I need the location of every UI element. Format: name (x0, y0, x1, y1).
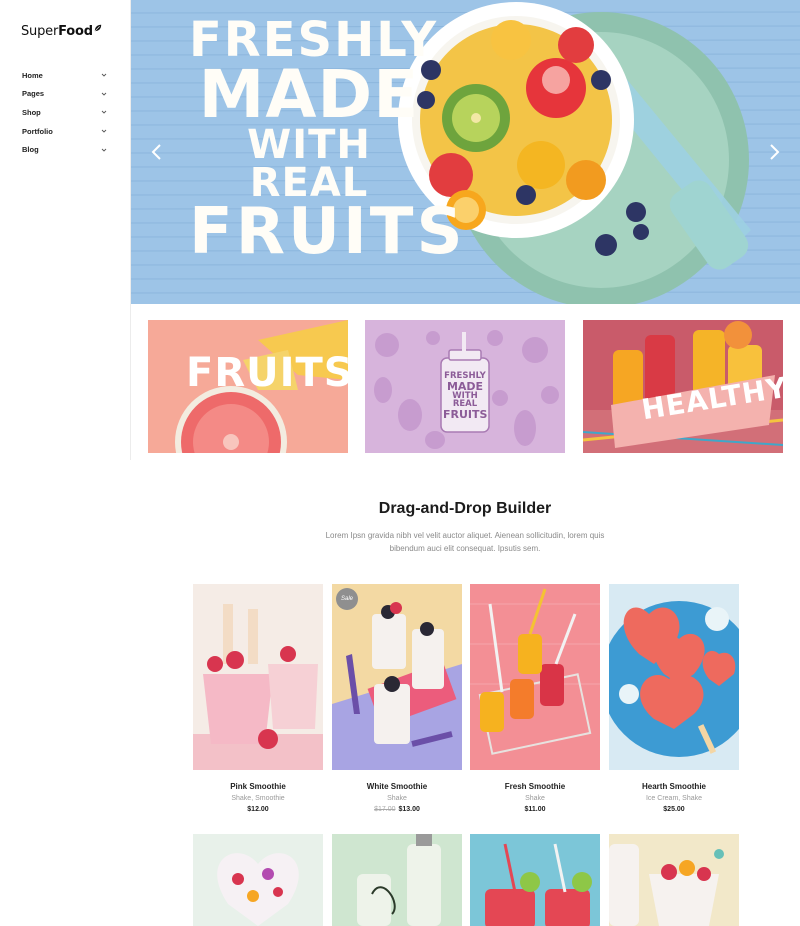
hero-slider: FRESHLY MADE WITH REAL FRUITS (131, 0, 800, 304)
nav-item-label: Portfolio (22, 126, 53, 136)
product-card[interactable]: Pink Smoothie Shake, Smoothie $12.00 (193, 584, 323, 813)
nav-item-label: Home (22, 70, 43, 80)
section-title: Drag-and-Drop Builder (378, 500, 552, 517)
product-image[interactable]: Sale (332, 584, 462, 770)
red-smoothie-image (470, 834, 600, 926)
product-price: $11.00 (470, 806, 600, 813)
jar-line-4: FRUITS (443, 407, 488, 421)
product-old-price: $17.00 (374, 806, 396, 813)
product-categories: Shake (525, 795, 545, 802)
hero-line-2: MADE (198, 55, 420, 133)
hearth-smoothie-image (609, 584, 739, 770)
product-name[interactable]: Hearth Smoothie (609, 782, 739, 791)
fresh-smoothie-image (470, 584, 600, 770)
logo-text-bold: Food (58, 24, 93, 39)
product-categories: Shake, Smoothie (231, 795, 285, 802)
product-name[interactable]: Pink Smoothie (193, 782, 323, 791)
product-image[interactable] (332, 834, 462, 926)
product-image[interactable] (470, 834, 600, 926)
product-image[interactable] (470, 584, 600, 770)
product-price-value: $12.00 (247, 806, 269, 813)
hero-line-3: WITH REAL (247, 122, 371, 207)
banner-healthy[interactable]: HEALTHY (583, 320, 783, 453)
nav-item-shop[interactable]: Shop (22, 103, 108, 122)
section-description: Lorem Ipsn gravida nibh vel velit auctor… (325, 531, 605, 553)
slider-next-arrow-icon[interactable] (764, 141, 784, 163)
chevron-down-icon (101, 129, 107, 133)
product-price: $25.00 (609, 806, 739, 813)
banner-fruits-label: FRUITS (186, 350, 348, 396)
jar-line-3: WITH REAL (452, 390, 478, 409)
fruit-cup-image (609, 834, 739, 926)
chevron-down-icon (101, 148, 107, 152)
nav-item-home[interactable]: Home (22, 66, 108, 85)
main-nav: Home Pages Shop Portfolio Blog (22, 66, 108, 159)
banner-fruits[interactable]: FRUITS (148, 320, 348, 453)
product-name[interactable]: White Smoothie (332, 782, 462, 791)
sidebar: SuperFood Home Pages Shop Portfolio Blog (0, 0, 131, 460)
product-image[interactable] (609, 584, 739, 770)
chevron-down-icon (101, 111, 107, 115)
slider-prev-arrow-icon[interactable] (147, 141, 167, 163)
product-image[interactable] (193, 834, 323, 926)
pink-smoothie-image (193, 584, 323, 770)
product-price: $17.00 $13.00 (332, 806, 462, 813)
product-categories: Ice Cream, Shake (645, 795, 703, 802)
logo-text-light: Super (21, 24, 59, 39)
heart-popsicle-image (193, 834, 323, 926)
product-name[interactable]: Fresh Smoothie (470, 782, 600, 791)
jar-line-2: MADE (446, 379, 484, 393)
nav-item-portfolio[interactable]: Portfolio (22, 122, 108, 141)
hero-line-4: FRUITS (189, 195, 466, 270)
nav-item-blog[interactable]: Blog (22, 140, 108, 159)
nav-item-pages[interactable]: Pages (22, 85, 108, 104)
chevron-down-icon (101, 73, 107, 77)
leaf-icon (94, 24, 102, 32)
product-card[interactable]: Hearth Smoothie Ice Cream, Shake $25.00 (609, 584, 739, 813)
nav-item-label: Pages (22, 89, 45, 99)
banner-freshly-made[interactable]: FRESHLY MADE WITH REAL FRUITS (365, 320, 565, 453)
nav-item-label: Blog (22, 145, 39, 155)
banner-jar-text: FRESHLY MADE WITH REAL FRUITS (443, 372, 487, 420)
sale-badge: Sale (336, 588, 358, 610)
chevron-down-icon (101, 92, 107, 96)
product-price-value: $25.00 (663, 806, 685, 813)
nav-item-label: Shop (22, 107, 41, 117)
logo[interactable]: SuperFood (21, 24, 102, 39)
product-image[interactable] (193, 584, 323, 770)
hero-headline: FRESHLY MADE WITH REAL FRUITS (189, 16, 466, 270)
product-image[interactable] (609, 834, 739, 926)
product-categories: Shake (387, 795, 407, 802)
product-price-value: $11.00 (524, 806, 546, 813)
product-card[interactable]: Sale White Smoothie Shake $17.00 $13.00 (332, 584, 462, 813)
product-card[interactable]: Fresh Smoothie Shake $11.00 (470, 584, 600, 813)
product-price-value: $13.00 (398, 806, 420, 813)
product-price: $12.00 (193, 806, 323, 813)
white-smoothie-image (332, 584, 462, 770)
bottle-image (332, 834, 462, 926)
